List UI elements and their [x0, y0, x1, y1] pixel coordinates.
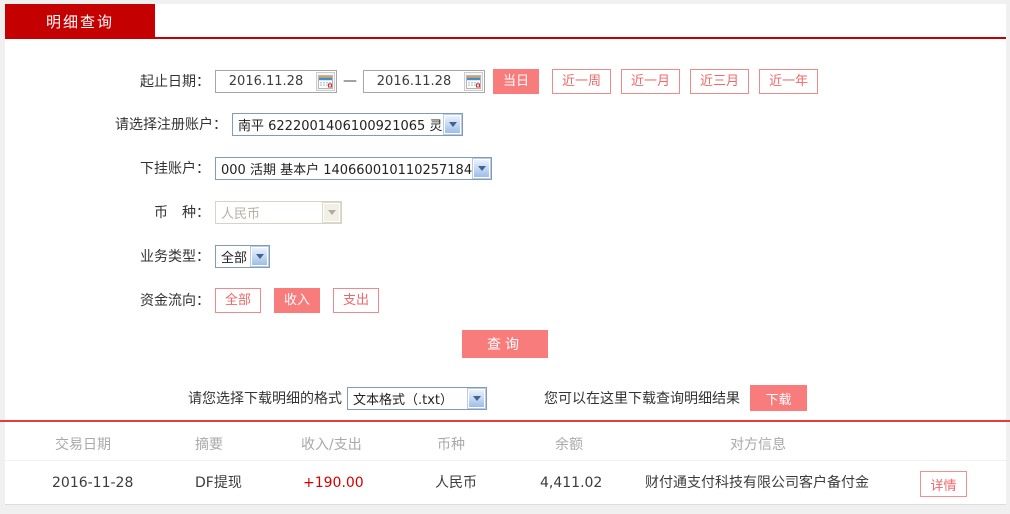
end-date-calendar-button[interactable] [464, 71, 483, 91]
business-type-select[interactable]: 全部 [215, 244, 270, 268]
sub-account-select[interactable]: 000 活期 基本户 1406600101102571848 [215, 156, 492, 180]
download-format-label: 请您选择下载明细的格式 [188, 391, 342, 407]
quick-range-year-button[interactable]: 近一年 [759, 68, 819, 94]
currency-row: 币 种： 人民币 [5, 199, 342, 225]
header-amount: 收入/支出 [301, 437, 362, 453]
quick-range-quarter-button[interactable]: 近三月 [690, 68, 750, 94]
main-panel: 明细查询 起止日期： 2016.11.28 — 2016.11.28 当日 近一… [0, 4, 1010, 505]
cell-summary: DF提现 [195, 475, 242, 491]
currency-select: 人民币 [215, 200, 342, 224]
sub-account-label: 下挂账户： [140, 161, 210, 177]
fund-flow-row: 资金流向： 全部 收入 支出 [5, 287, 380, 313]
header-counterparty: 对方信息 [730, 437, 786, 453]
register-account-row: 请选择注册账户： 南平 6222001406100921065 灵通卡 [5, 111, 463, 137]
tab-bar: 明细查询 [5, 4, 1006, 39]
end-date-input[interactable]: 2016.11.28 [363, 69, 485, 93]
quick-range-month-button[interactable]: 近一月 [621, 68, 681, 94]
register-account-select[interactable]: 南平 6222001406100921065 灵通卡 [232, 112, 463, 136]
sub-account-row: 下挂账户： 000 活期 基本户 1406600101102571848 [5, 155, 492, 181]
table-row: 2016-11-28 DF提现 +190.00 人民币 4,411.02 财付通… [5, 462, 1006, 505]
business-type-value: 全部 [221, 250, 248, 266]
dropdown-arrow-icon [467, 387, 486, 409]
end-date-value: 2016.11.28 [376, 73, 452, 89]
currency-label: 币 种： [154, 205, 210, 221]
header-summary: 摘要 [195, 437, 223, 453]
calendar-icon [318, 74, 333, 89]
download-hint-text: 您可以在这里下载查询明细结果 [544, 391, 740, 407]
date-range-row: 起止日期： 2016.11.28 — 2016.11.28 当日 近一周 近一月… [5, 68, 819, 94]
sub-account-value: 000 活期 基本户 1406600101102571848 [221, 162, 473, 178]
start-date-input[interactable]: 2016.11.28 [215, 69, 337, 93]
download-format-value: 文本格式（.txt） [353, 392, 454, 408]
download-format-select[interactable]: 文本格式（.txt） [347, 386, 487, 410]
calendar-icon [466, 74, 481, 89]
fund-flow-income-button[interactable]: 收入 [274, 287, 321, 313]
quick-range-today-button[interactable]: 当日 [493, 68, 540, 94]
fund-flow-label: 资金流向： [140, 293, 210, 309]
date-range-separator: — [343, 73, 357, 89]
section-divider [0, 420, 1010, 422]
cell-counterparty: 财付通支付科技有限公司客户备付金 [645, 475, 869, 491]
detail-button[interactable]: 详情 [920, 471, 967, 497]
fund-flow-all-button[interactable]: 全部 [215, 287, 262, 313]
cell-amount: +190.00 [303, 475, 364, 491]
register-account-label: 请选择注册账户： [115, 117, 227, 133]
quick-range-week-button[interactable]: 近一周 [552, 68, 612, 94]
header-currency: 币种 [437, 437, 465, 453]
currency-value: 人民币 [221, 206, 261, 222]
query-button[interactable]: 查询 [462, 330, 548, 358]
download-row: 请您选择下载明细的格式 文本格式（.txt） 您可以在这里下载查询明细结果 下载 [5, 385, 807, 411]
dropdown-arrow-icon [322, 201, 341, 223]
dropdown-arrow-icon [443, 113, 462, 135]
header-date: 交易日期 [55, 437, 111, 453]
cell-date: 2016-11-28 [52, 475, 134, 491]
download-button[interactable]: 下载 [750, 385, 807, 411]
tab-detail-query[interactable]: 明细查询 [5, 4, 155, 39]
dropdown-arrow-icon [250, 245, 269, 267]
start-date-value: 2016.11.28 [228, 73, 304, 89]
register-account-value: 南平 6222001406100921065 灵通卡 [238, 118, 444, 134]
dropdown-arrow-icon [472, 157, 491, 179]
business-type-label: 业务类型： [140, 249, 210, 265]
tab-label: 明细查询 [45, 13, 114, 31]
table-header: 交易日期 摘要 收入/支出 币种 余额 对方信息 [5, 430, 1006, 461]
start-date-calendar-button[interactable] [316, 71, 335, 91]
fund-flow-expense-button[interactable]: 支出 [333, 287, 380, 313]
cell-balance: 4,411.02 [540, 475, 603, 491]
business-type-row: 业务类型： 全部 [5, 243, 270, 269]
header-balance: 余额 [555, 437, 583, 453]
date-range-label: 起止日期： [140, 74, 210, 90]
cell-currency: 人民币 [435, 475, 477, 491]
